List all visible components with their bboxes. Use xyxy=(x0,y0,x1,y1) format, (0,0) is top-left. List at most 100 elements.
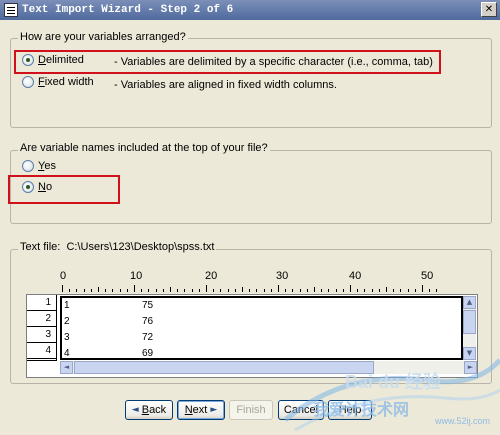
ruler-tick xyxy=(198,289,200,292)
back-label: Back xyxy=(141,404,167,416)
ruler-tick xyxy=(69,289,71,292)
ruler-tick xyxy=(83,289,85,292)
ruler-tick xyxy=(342,289,344,292)
horizontal-scrollbar[interactable]: ◄ ► xyxy=(60,361,477,374)
names-at-top-legend: Are variable names included at the top o… xyxy=(18,142,270,154)
ruler-tick xyxy=(278,285,279,292)
data-cell: 76 xyxy=(142,316,154,327)
app-icon xyxy=(4,3,18,17)
ruler-tick xyxy=(242,287,243,292)
ruler-label: 20 xyxy=(205,270,218,282)
ruler-tick xyxy=(292,289,294,292)
finish-button[interactable]: Finish xyxy=(229,400,273,420)
scroll-right-icon[interactable]: ► xyxy=(464,361,477,374)
back-button[interactable]: ◄ Back xyxy=(125,400,173,420)
scroll-left-icon[interactable]: ◄ xyxy=(60,361,73,374)
ruler-tick xyxy=(306,289,308,292)
ruler-tick xyxy=(314,287,315,292)
ruler-tick xyxy=(227,289,229,292)
window-title: Text Import Wizard - Step 2 of 6 xyxy=(22,4,234,16)
back-arrow-icon: ◄ xyxy=(131,405,139,415)
close-icon[interactable]: ✕ xyxy=(481,2,497,17)
scroll-up-icon[interactable]: ▲ xyxy=(463,296,476,309)
ruler-tick xyxy=(155,289,157,292)
ruler-tick xyxy=(407,289,409,292)
next-label: Next xyxy=(184,404,208,416)
ruler-tick xyxy=(350,285,351,292)
ruler-tick xyxy=(414,289,416,292)
ruler-tick xyxy=(321,289,323,292)
ruler-tick xyxy=(112,289,114,292)
ruler-tick xyxy=(105,289,107,292)
data-cell: 69 xyxy=(142,348,154,359)
ruler-tick xyxy=(148,289,150,292)
ruler-tick xyxy=(234,289,236,292)
highlight-box-delimited xyxy=(14,50,441,74)
data-text-area[interactable]: 175 276 372 469 566 xyxy=(60,296,463,360)
fixed-width-description: - Variables are aligned in fixed width c… xyxy=(114,79,337,91)
ruler-tick xyxy=(141,289,143,292)
data-row: 3 72 xyxy=(62,330,461,346)
cancel-button[interactable]: Cancel xyxy=(278,400,324,420)
ruler-tick xyxy=(206,285,207,292)
ruler-label: 10 xyxy=(130,270,143,282)
scroll-down-icon[interactable]: ▼ xyxy=(463,347,476,360)
line-number: 5 xyxy=(27,359,56,361)
line-number: 2 xyxy=(27,311,56,327)
line-number: 3 xyxy=(27,327,56,343)
ruler-tick xyxy=(213,289,215,292)
ruler-tick xyxy=(170,287,171,292)
line-number: 4 xyxy=(27,343,56,359)
ruler-tick xyxy=(335,289,337,292)
ruler-tick xyxy=(378,289,380,292)
ruler-tick xyxy=(76,289,78,292)
ruler-tick xyxy=(285,289,287,292)
ruler-tick xyxy=(134,285,135,292)
line-number: 1 xyxy=(27,295,56,311)
text-file-path: C:\Users\123\Desktop\spss.txt xyxy=(66,241,215,253)
help-button[interactable]: Help xyxy=(328,400,372,420)
yes-option[interactable]: Yes xyxy=(22,160,56,172)
ruler-tick xyxy=(400,289,402,292)
ruler-tick xyxy=(177,289,179,292)
ruler-tick xyxy=(256,289,258,292)
ruler-tick xyxy=(299,289,301,292)
fixed-width-radio[interactable] xyxy=(22,76,34,88)
ruler-tick xyxy=(119,289,121,292)
data-preview[interactable]: 1 2 3 4 5 175 276 372 469 566 ▲ ▼ ◄ ► xyxy=(26,294,478,378)
ruler-tick xyxy=(90,289,92,292)
data-row: 1 75 xyxy=(62,298,461,314)
yes-label: Yes xyxy=(38,160,56,172)
ruler-tick xyxy=(436,289,438,292)
ruler-label: 30 xyxy=(276,270,289,282)
fixed-width-option[interactable]: Fixed width xyxy=(22,76,94,88)
yes-radio[interactable] xyxy=(22,160,34,172)
vertical-scrollbar[interactable]: ▲ ▼ xyxy=(463,296,476,360)
ruler-tick xyxy=(386,287,387,292)
data-cell: 75 xyxy=(142,300,154,311)
next-arrow-icon: ► xyxy=(210,405,218,415)
ruler-tick xyxy=(62,285,63,292)
next-button[interactable]: Next ► xyxy=(177,400,225,420)
wizard-buttons: ◄ Back Next ► Finish Cancel Help xyxy=(0,400,500,422)
ruler-tick xyxy=(371,289,373,292)
ruler-tick xyxy=(429,289,431,292)
horizontal-scroll-thumb[interactable] xyxy=(74,361,374,374)
ruler-tick xyxy=(422,285,423,292)
data-cell: 4 xyxy=(64,348,70,359)
ruler-tick xyxy=(357,289,359,292)
ruler-tick xyxy=(328,289,330,292)
title-bar: Text Import Wizard - Step 2 of 6 ✕ xyxy=(0,0,500,20)
ruler-tick xyxy=(249,289,251,292)
ruler-tick xyxy=(191,289,193,292)
ruler-label: 50 xyxy=(421,270,434,282)
data-cell: 3 xyxy=(64,332,70,343)
text-file-legend: Text file: C:\Users\123\Desktop\spss.txt xyxy=(18,241,217,253)
vertical-scroll-thumb[interactable] xyxy=(463,310,476,334)
ruler-tick xyxy=(98,287,99,292)
ruler-label: 0 xyxy=(60,270,67,282)
data-cell: 2 xyxy=(64,316,70,327)
data-row: 4 69 xyxy=(62,346,461,359)
highlight-box-no xyxy=(8,175,120,204)
ruler-tick xyxy=(162,289,164,292)
